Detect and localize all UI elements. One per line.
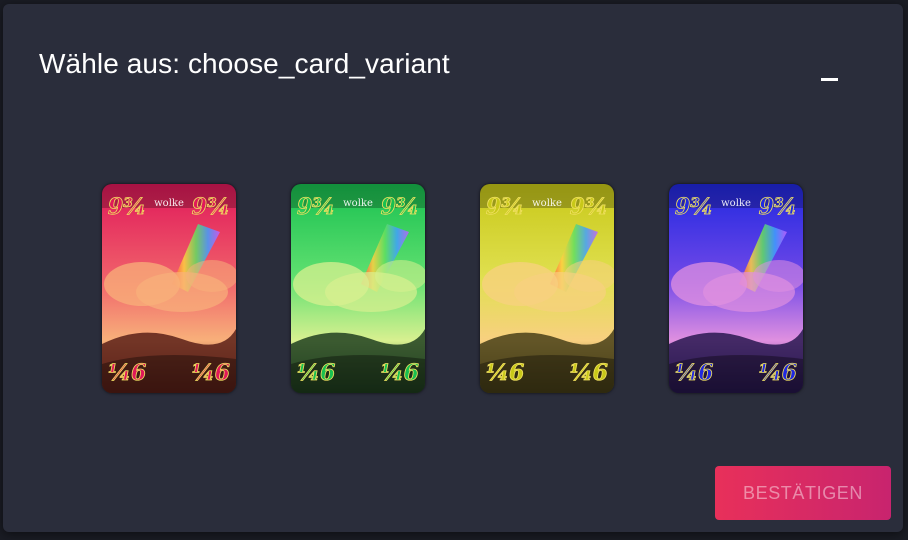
confirm-button[interactable]: BESTÄTIGEN xyxy=(715,466,891,520)
card-name: wolke xyxy=(532,198,562,209)
bottom-right-value: ¼6 xyxy=(759,360,797,386)
bottom-right-value: ¼6 xyxy=(192,360,230,386)
card-artwork: 9¾ 9¾¼6 ¼6 xyxy=(291,184,425,393)
card-artwork: 9¾ 9¾¼6 ¼6 xyxy=(669,184,803,393)
card-variant[interactable]: 9¾ 9¾ ¼6 ¼6 wolke xyxy=(480,184,614,393)
bottom-right-value: ¼6 xyxy=(381,360,419,386)
card-variant[interactable]: 9¾ 9¾ ¼6 ¼6 wolke xyxy=(669,184,803,393)
bottom-left-value: ¼6 xyxy=(486,360,524,386)
card-name: wolke xyxy=(343,198,373,209)
card-variant-list: 9¾ 9¾ ¼6 ¼6 wolke 9¾ 9¾ ¼6 ¼6 wolke 9¾ 9… xyxy=(3,184,903,394)
minimize-icon[interactable] xyxy=(818,54,844,84)
bottom-right-value: ¼6 xyxy=(570,360,608,386)
card-variant[interactable]: 9¾ 9¾ ¼6 ¼6 wolke xyxy=(102,184,236,393)
dialog-title: Wähle aus: choose_card_variant xyxy=(39,48,450,79)
card-name: wolke xyxy=(721,198,751,209)
card-artwork: 9¾ 9¾¼6 ¼6 xyxy=(102,184,236,393)
choose-card-dialog: Wähle aus: choose_card_variant 9¾ 9¾ ¼6 … xyxy=(3,4,903,532)
card-variant[interactable]: 9¾ 9¾ ¼6 ¼6 wolke xyxy=(291,184,425,393)
card-name: wolke xyxy=(154,198,184,209)
bottom-left-value: ¼6 xyxy=(675,360,713,386)
card-artwork: 9¾ 9¾¼6 ¼6 xyxy=(480,184,614,393)
bottom-left-value: ¼6 xyxy=(108,360,146,386)
bottom-left-value: ¼6 xyxy=(297,360,335,386)
